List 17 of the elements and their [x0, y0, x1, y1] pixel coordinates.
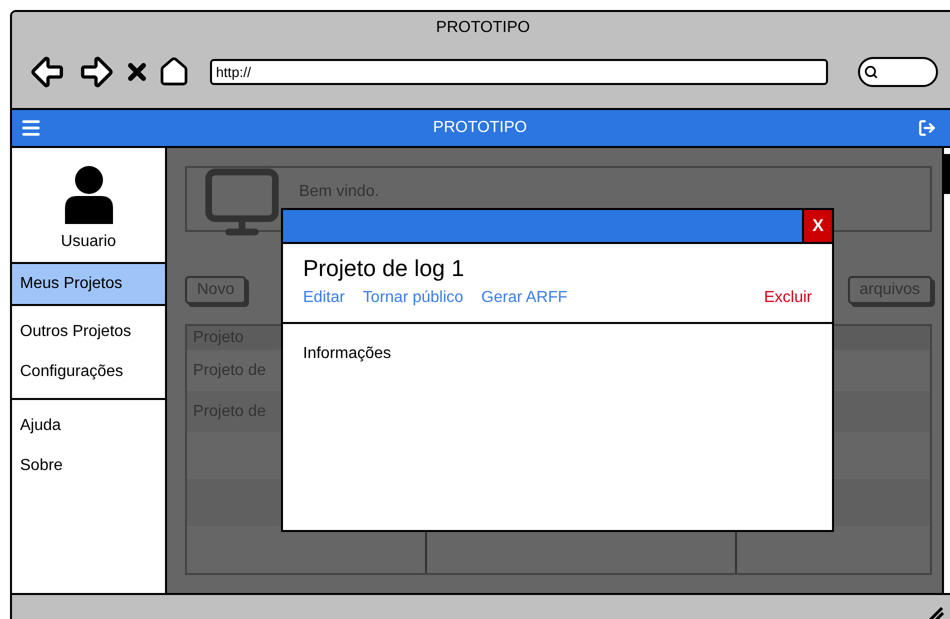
app-title: PROTOTIPO	[432, 118, 528, 138]
menu-icon[interactable]	[20, 117, 42, 139]
search-icon	[864, 65, 878, 79]
sidebar-item[interactable]: Meus Projetos	[12, 264, 165, 304]
window-title: PROTOTIPO	[436, 18, 530, 38]
close-button[interactable]: X	[802, 208, 834, 244]
user-name: Usuario	[60, 232, 116, 252]
action-link[interactable]: Gerar ARFF	[481, 286, 568, 310]
action-link[interactable]: Excluir	[764, 286, 812, 310]
url-field[interactable]: http://	[210, 59, 828, 85]
logout-icon[interactable]	[918, 119, 936, 137]
action-link[interactable]: Editar	[303, 286, 345, 310]
home-icon[interactable]	[158, 56, 190, 88]
search-field[interactable]	[858, 57, 938, 87]
dialog-title: Projeto de log 1	[303, 254, 466, 282]
action-link[interactable]: Tornar público	[362, 286, 464, 310]
section-label: Informações	[302, 344, 392, 364]
